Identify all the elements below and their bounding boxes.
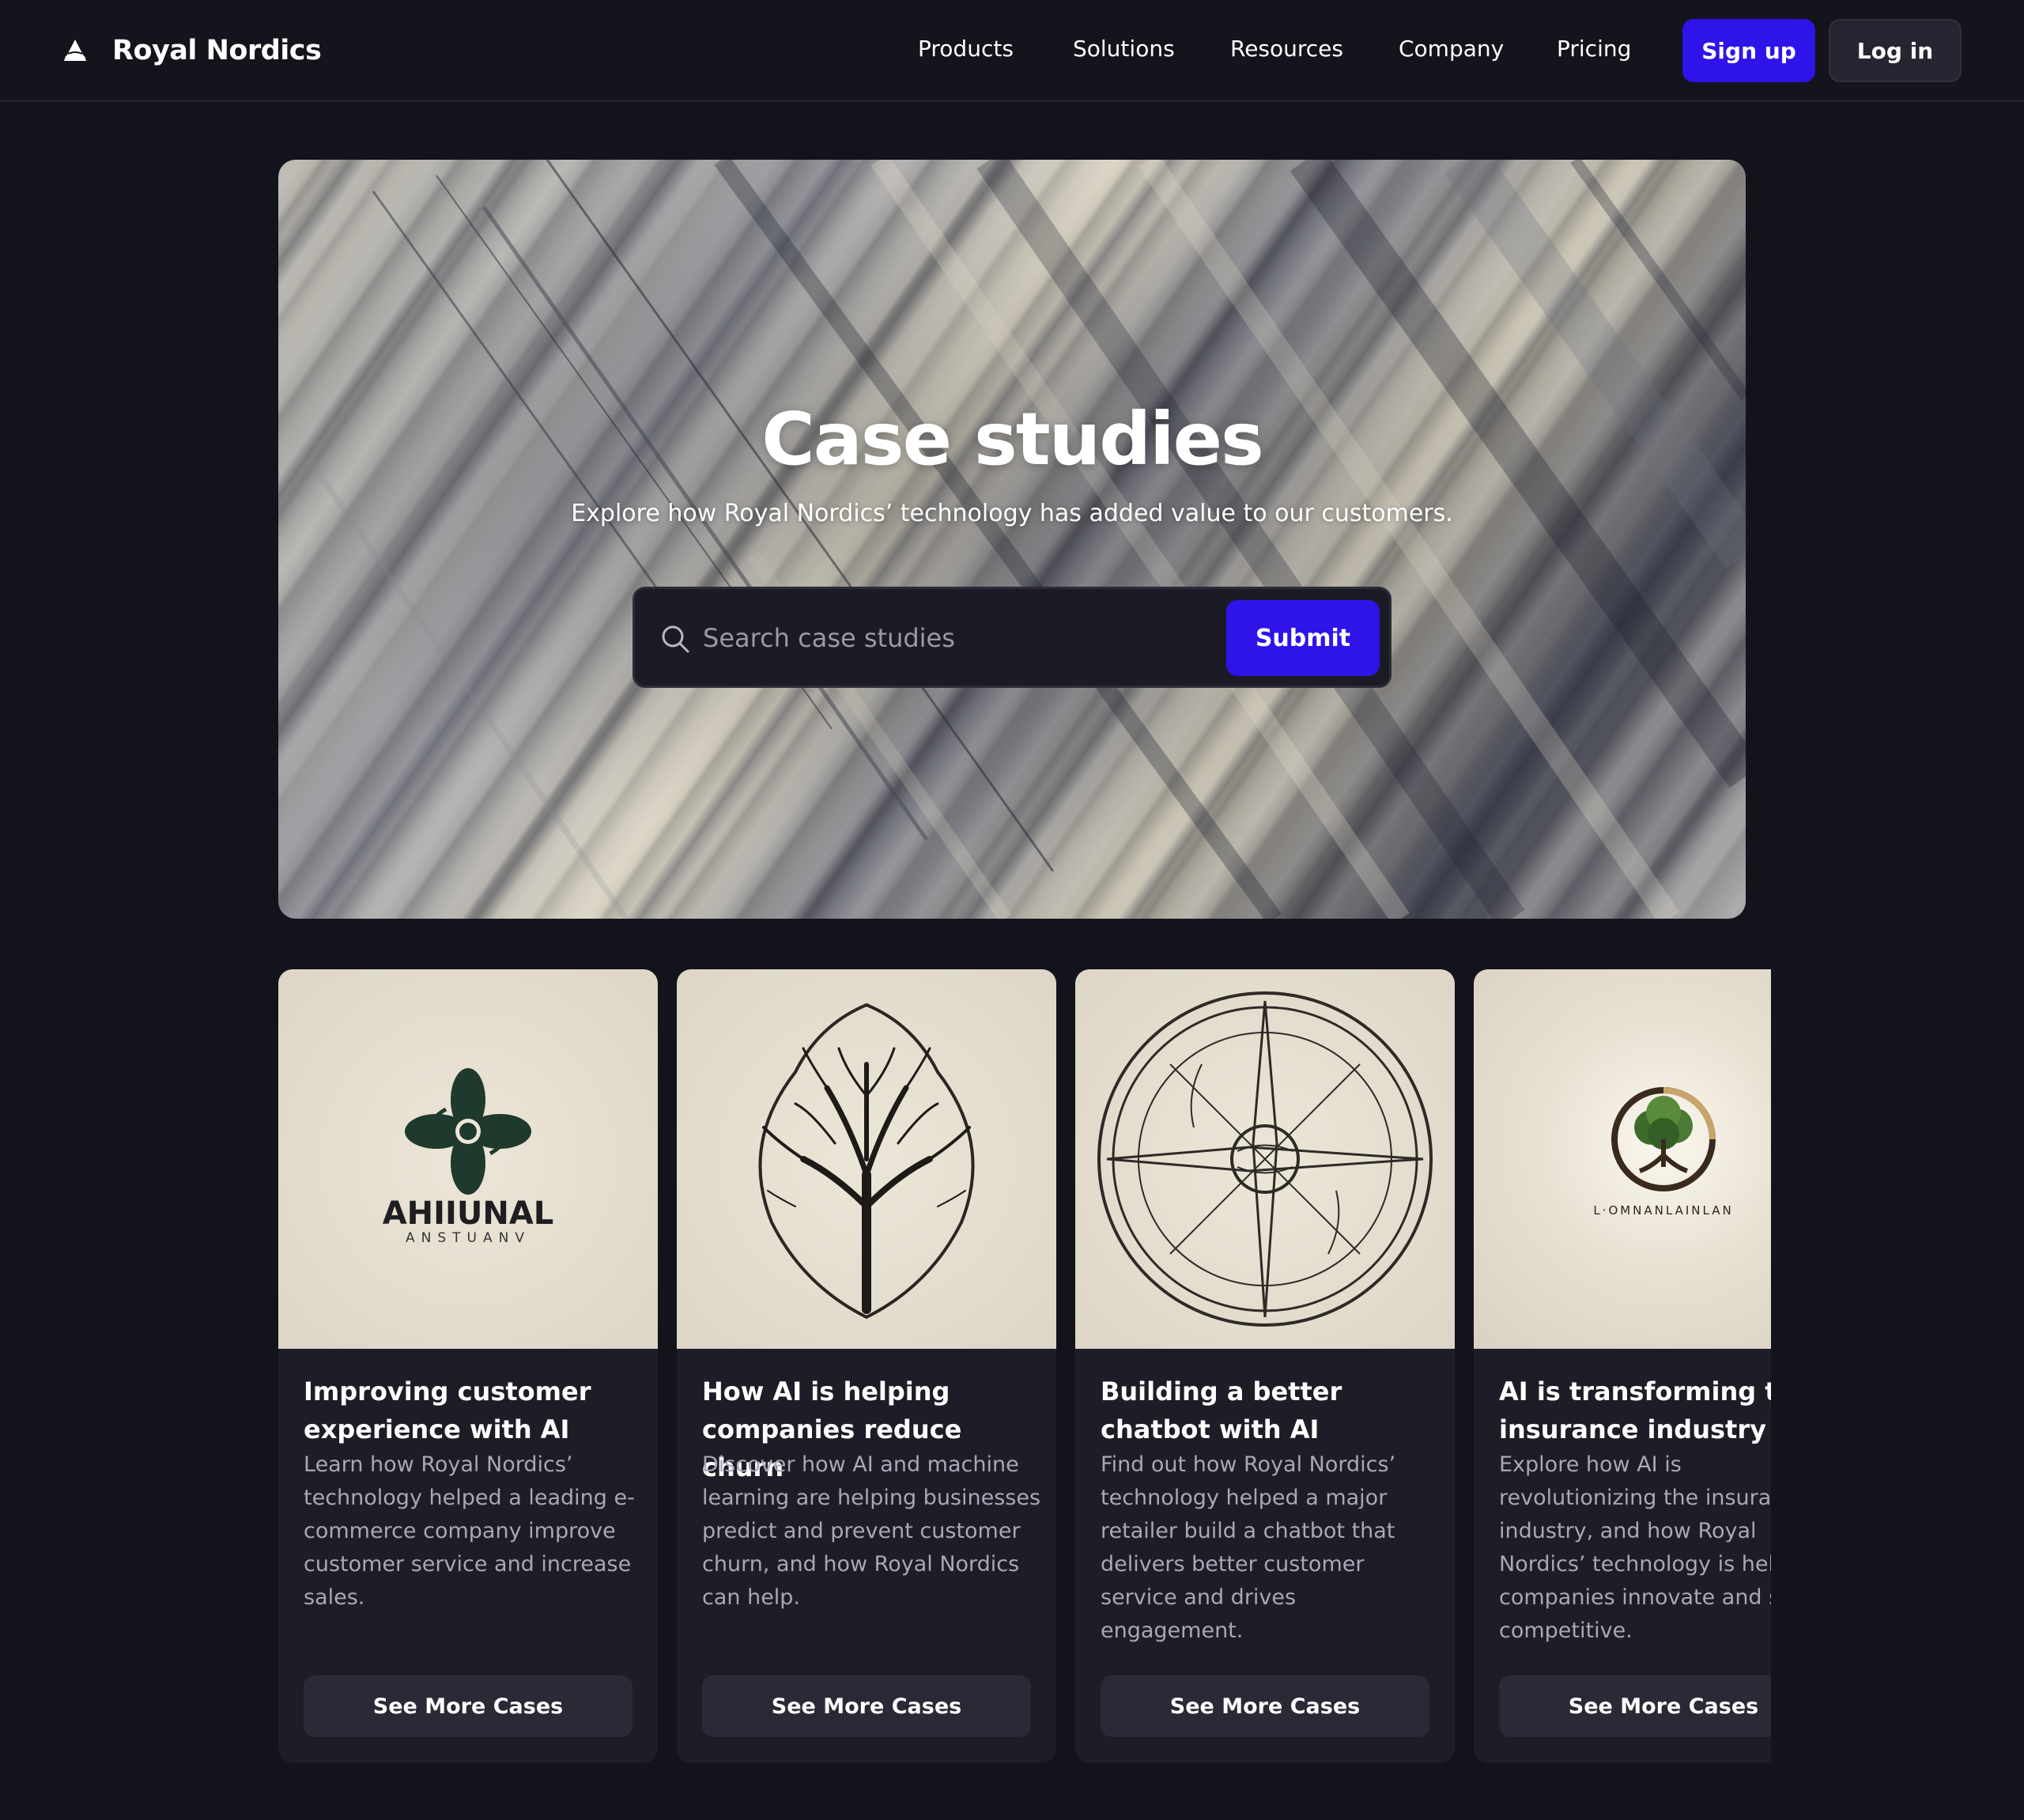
- login-button[interactable]: Log in: [1829, 19, 1962, 82]
- nav-link-solutions[interactable]: Solutions: [1073, 32, 1175, 66]
- case-study-card: Building a better chatbot with AI Find o…: [1075, 969, 1455, 1763]
- search-bar: Submit: [632, 587, 1392, 688]
- submit-button[interactable]: Submit: [1226, 600, 1380, 676]
- card-description: Explore how AI is revolutionizing the in…: [1499, 1452, 1771, 1643]
- see-more-cases-button[interactable]: See More Cases: [1101, 1675, 1429, 1737]
- brand-name: Royal Nordics: [112, 35, 322, 66]
- nav-link-pricing[interactable]: Pricing: [1557, 32, 1631, 66]
- top-navbar: Royal Nordics Products Solutions Resourc…: [0, 0, 2024, 102]
- signup-button[interactable]: Sign up: [1682, 19, 1815, 82]
- search-icon: [662, 625, 689, 653]
- case-study-card: AHIIUNAL ANSTUANV Improving customer exp…: [278, 969, 658, 1763]
- card-title: Improving customer experience with AI: [304, 1376, 591, 1444]
- search-input[interactable]: [703, 613, 1209, 663]
- see-more-cases-button[interactable]: See More Cases: [304, 1675, 632, 1737]
- logo-subtext: ANSTUANV: [406, 1230, 531, 1246]
- sailboat-triangle-icon: [64, 40, 86, 61]
- logo-text: L·OMNANLAINLAN: [1593, 1203, 1733, 1218]
- logo-text: AHIIUNAL: [383, 1195, 554, 1232]
- see-more-cases-button[interactable]: See More Cases: [702, 1675, 1031, 1737]
- nav-link-resources[interactable]: Resources: [1230, 32, 1343, 66]
- tree-leaf-drawing: [758, 1003, 975, 1320]
- case-study-image: [1075, 969, 1455, 1349]
- case-study-card: How AI is helping companies reduce churn…: [677, 969, 1056, 1763]
- hero-subtitle: Explore how Royal Nordics’ technology ha…: [571, 500, 1453, 527]
- case-study-cards: AHIIUNAL ANSTUANV Improving customer exp…: [278, 969, 1771, 1763]
- page-title: Case studies: [761, 397, 1264, 481]
- tree-circle-logo: L·OMNANLAINLAN: [1593, 1087, 1733, 1218]
- compass-rose-drawing: [1097, 991, 1433, 1327]
- case-study-image: [677, 969, 1056, 1349]
- nav-link-company[interactable]: Company: [1399, 32, 1504, 66]
- leaf-flower-logo: AHIIUNAL ANSTUANV: [383, 1068, 554, 1246]
- card-description: Learn how Royal Nordics’ technology help…: [304, 1452, 635, 1610]
- card-title: Building a better chatbot with AI: [1101, 1376, 1342, 1444]
- case-study-card: L·OMNANLAINLAN AI is transforming the in…: [1474, 969, 1771, 1763]
- case-study-image: L·OMNANLAINLAN: [1474, 969, 1771, 1349]
- brand-logo[interactable]: Royal Nordics: [62, 27, 322, 74]
- see-more-cases-button[interactable]: See More Cases: [1499, 1675, 1771, 1737]
- card-description: Find out how Royal Nordics’ technology h…: [1101, 1452, 1396, 1643]
- hero-banner: Case studies Explore how Royal Nordics’ …: [278, 160, 1746, 919]
- card-description: Discover how AI and machine learning are…: [702, 1452, 1041, 1610]
- nav-link-products[interactable]: Products: [918, 32, 1014, 66]
- case-study-image: AHIIUNAL ANSTUANV: [278, 969, 658, 1349]
- card-title: AI is transforming the insurance industr…: [1499, 1376, 1771, 1444]
